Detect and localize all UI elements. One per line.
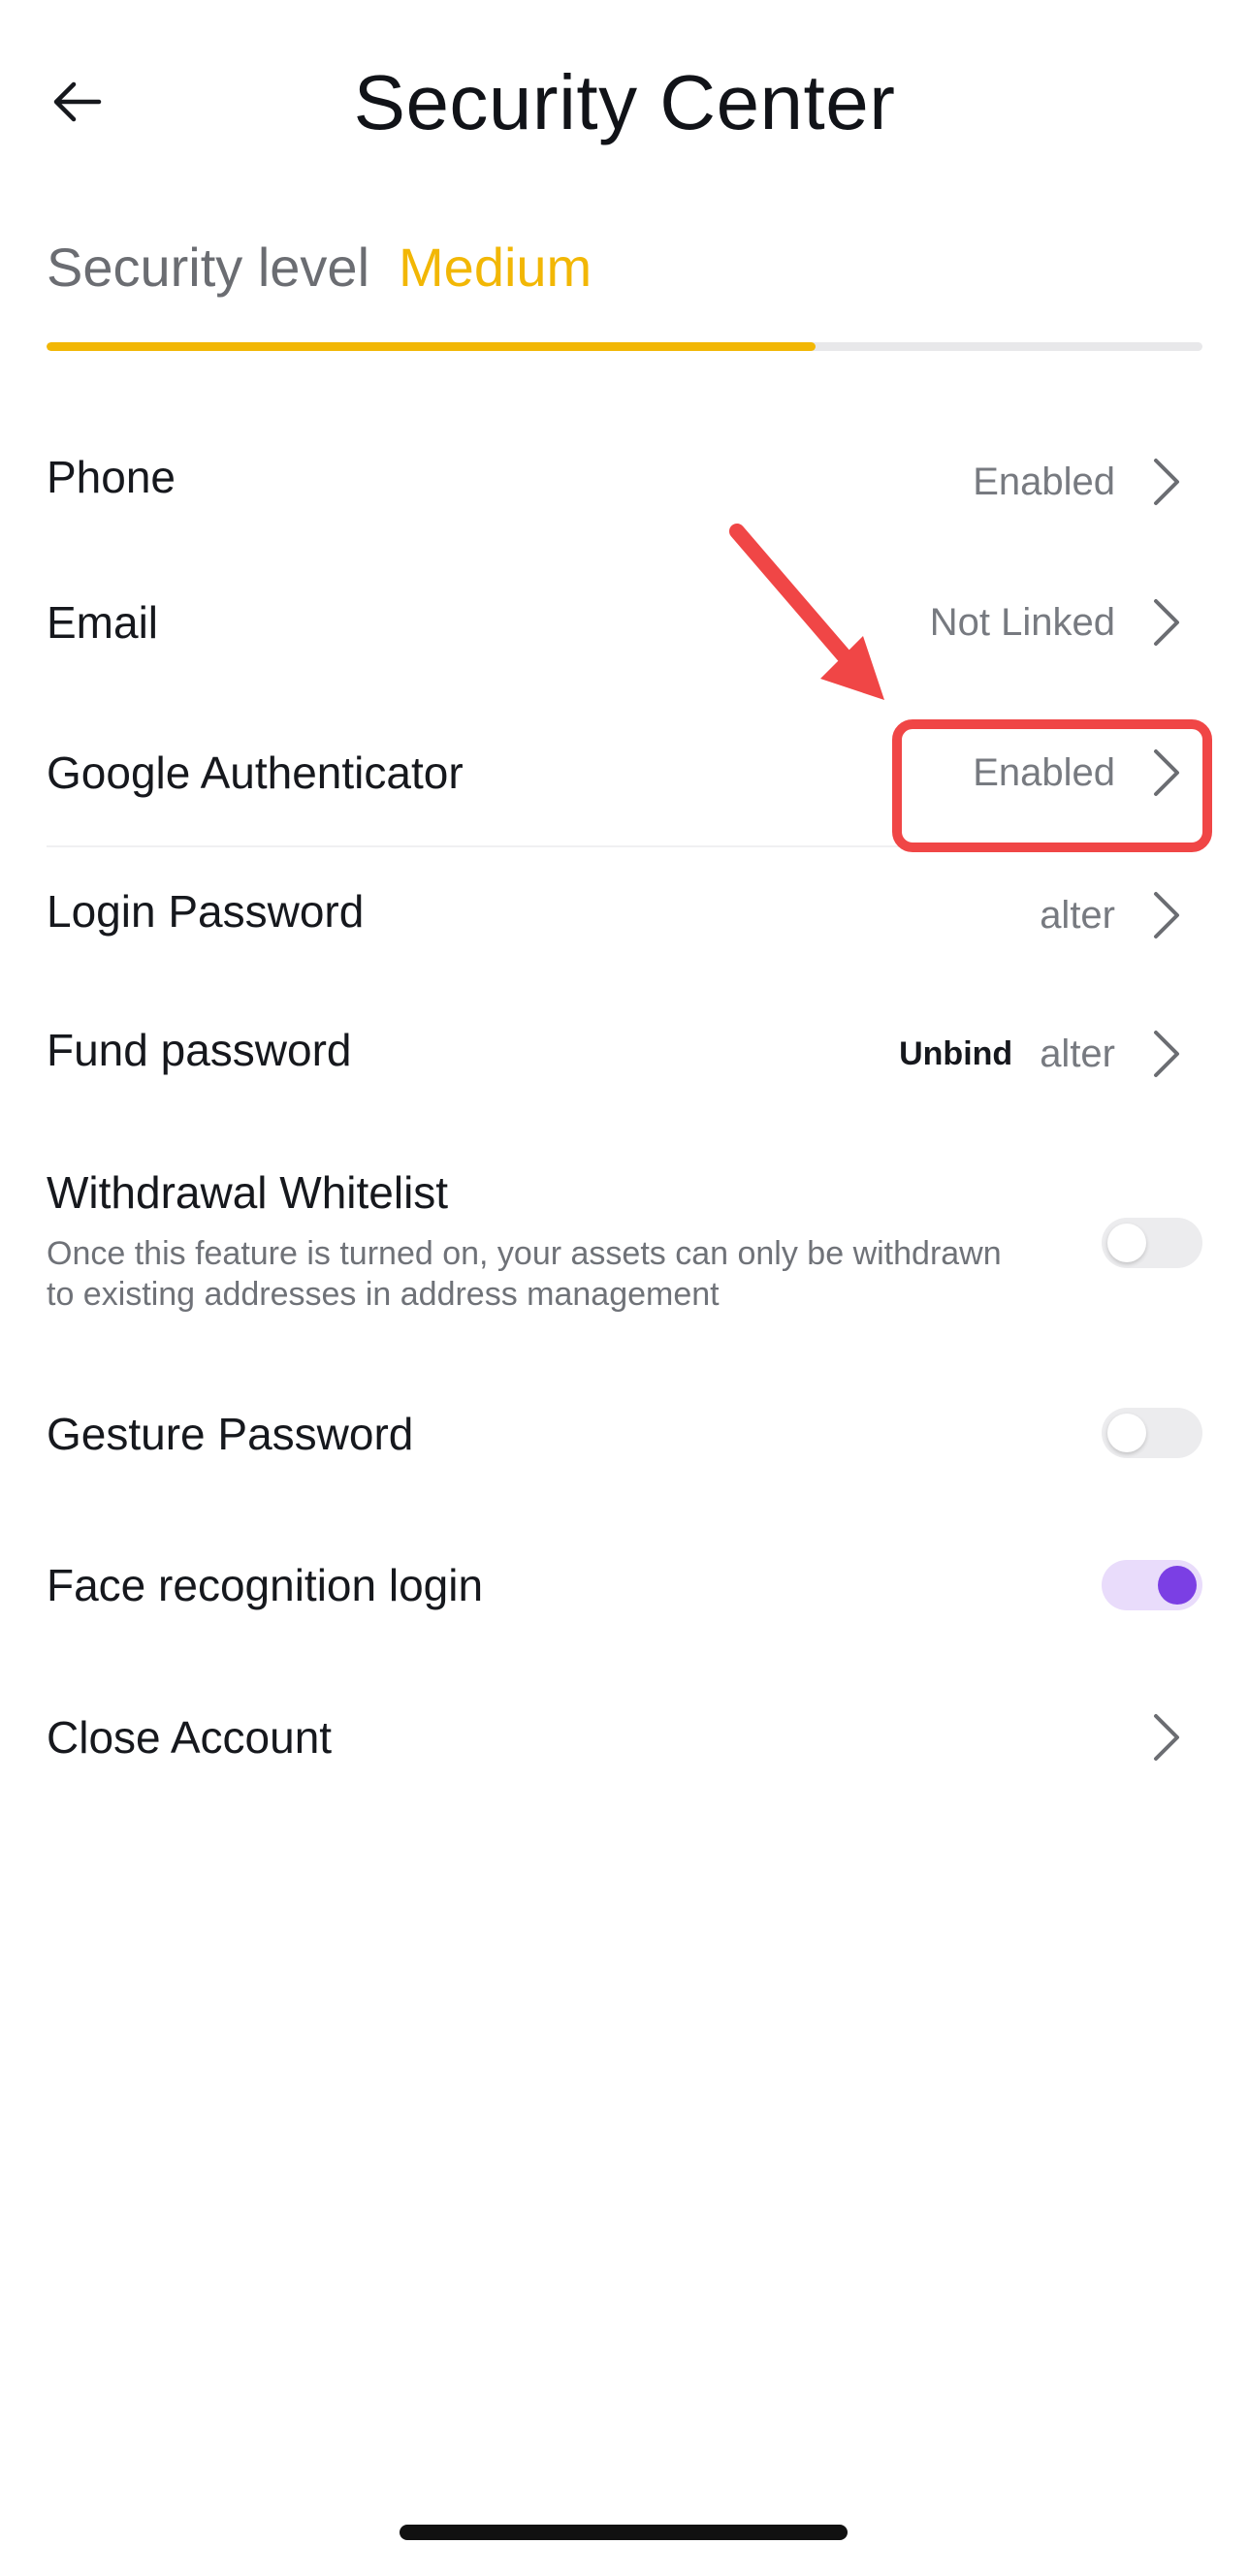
chevron-right-icon (1146, 744, 1185, 802)
security-level-label: Security level (47, 237, 370, 298)
chevron-right-icon (1146, 886, 1185, 944)
row-fund-password-status: alter (1040, 1033, 1115, 1075)
security-level: Security level Medium (47, 233, 592, 302)
row-login-password-status: alter (1040, 894, 1115, 937)
security-level-value: Medium (399, 237, 592, 298)
toggle-knob (1107, 1414, 1146, 1452)
section-divider (47, 845, 1202, 847)
row-withdrawal-whitelist: Withdrawal Whitelist (47, 1163, 1202, 1222)
fund-password-unbind-button[interactable]: Unbind (899, 1025, 1012, 1083)
chevron-right-icon (1146, 1025, 1185, 1083)
security-level-progress (47, 342, 1202, 351)
chevron-right-icon (1146, 453, 1185, 511)
row-login-password[interactable]: Login Password alter (47, 873, 1202, 950)
row-face-recognition-login-label: Face recognition login (47, 1560, 484, 1610)
row-google-authenticator[interactable]: Google Authenticator Enabled (47, 734, 1202, 811)
row-email-label: Email (47, 597, 159, 648)
toggle-knob (1158, 1566, 1197, 1605)
row-fund-password-label: Fund password (47, 1025, 352, 1075)
home-indicator[interactable] (400, 2525, 848, 2540)
page-title: Security Center (353, 59, 896, 145)
row-login-password-label: Login Password (47, 886, 365, 937)
security-level-progress-fill (47, 342, 816, 351)
gesture-password-toggle[interactable] (1102, 1408, 1202, 1458)
row-gesture-password: Gesture Password (47, 1400, 1202, 1468)
row-google-authenticator-status: Enabled (973, 751, 1115, 794)
row-face-recognition-login: Face recognition login (47, 1551, 1202, 1619)
row-email-status: Not Linked (929, 601, 1115, 644)
toggle-knob (1107, 1224, 1146, 1262)
security-center-screen: Security Center Security level Medium Ph… (0, 0, 1249, 2576)
row-phone-status: Enabled (973, 461, 1115, 503)
row-phone-label: Phone (47, 452, 176, 502)
chevron-right-icon (1146, 1708, 1185, 1766)
face-recognition-login-toggle[interactable] (1102, 1560, 1202, 1610)
row-email[interactable]: Email Not Linked (47, 584, 1202, 661)
withdrawal-whitelist-toggle[interactable] (1102, 1218, 1202, 1268)
row-close-account[interactable]: Close Account (47, 1699, 1202, 1776)
chevron-right-icon (1146, 593, 1185, 652)
row-gesture-password-label: Gesture Password (47, 1409, 414, 1459)
row-withdrawal-whitelist-label: Withdrawal Whitelist (47, 1167, 449, 1218)
row-fund-password[interactable]: Fund password Unbind alter (47, 1011, 1202, 1089)
row-google-authenticator-label: Google Authenticator (47, 747, 464, 798)
withdrawal-whitelist-description: Once this feature is turned on, your ass… (47, 1235, 1002, 1313)
row-close-account-label: Close Account (47, 1712, 333, 1763)
row-phone[interactable]: Phone Enabled (47, 438, 1202, 516)
